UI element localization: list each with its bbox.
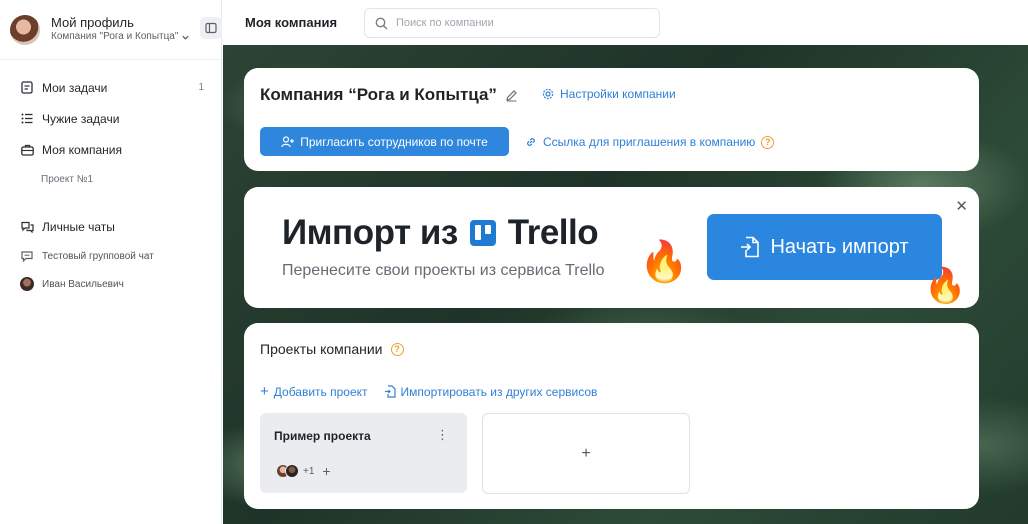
chats-icon	[20, 220, 34, 234]
add-project-card[interactable]: +	[482, 413, 690, 494]
plus-icon: +	[260, 383, 269, 400]
sidebar-item-label: Личные чаты	[42, 219, 115, 234]
sidebar-item-group-chat[interactable]: Тестовый групповой чат	[0, 242, 221, 270]
trello-logo-icon	[469, 220, 496, 246]
project-name: Пример проекта	[274, 429, 371, 443]
add-project-label: Добавить проект	[273, 384, 368, 399]
close-icon[interactable]: ✕	[955, 197, 968, 215]
import-subtitle: Перенесите свои проекты из сервиса Trell…	[282, 262, 605, 279]
company-settings-link[interactable]: Настройки компании	[542, 87, 676, 101]
invite-button-label: Пригласить сотрудников по почте	[300, 134, 488, 149]
help-icon[interactable]: ?	[761, 135, 775, 149]
profile-name[interactable]: Мой профиль	[51, 15, 190, 31]
avatar	[20, 277, 34, 291]
import-other-services-button[interactable]: Импортировать из других сервисов	[384, 383, 598, 400]
company-title: Компания “Рога и Копытца”	[260, 85, 497, 104]
edit-icon[interactable]	[505, 89, 518, 102]
sidebar-toggle-icon	[205, 22, 217, 34]
top-bar: Моя компания Поиск по компании	[223, 0, 1028, 45]
invite-by-email-button[interactable]: Пригласить сотрудников по почте	[260, 127, 509, 156]
more-options-icon[interactable]: ⋮	[436, 427, 449, 443]
start-import-button[interactable]: Начать импорт	[707, 214, 942, 280]
trello-import-banner: Импорт из Trello Перенесите свои проекты…	[244, 187, 979, 308]
profile-avatar[interactable]	[10, 14, 40, 45]
list-icon	[20, 112, 34, 126]
chevron-down-icon	[182, 35, 190, 40]
search-placeholder: Поиск по компании	[396, 17, 494, 29]
file-import-icon	[384, 385, 396, 398]
sidebar-item-others-tasks[interactable]: Чужие задачи	[0, 103, 221, 134]
company-selector[interactable]: Компания "Рога и Копытца"	[51, 31, 190, 44]
page-title: Моя компания	[245, 15, 338, 30]
tasks-icon	[20, 81, 34, 95]
fire-icon: 🔥	[924, 267, 967, 305]
gear-icon	[542, 88, 554, 100]
projects-title: Проекты компании	[260, 341, 383, 357]
briefcase-icon	[20, 143, 34, 157]
sidebar-item-my-company[interactable]: Моя компания	[0, 134, 221, 165]
link-icon	[527, 138, 535, 146]
sidebar-nav: Мои задачи 1 Чужие задачи Моя компания П…	[0, 60, 221, 298]
add-project-button[interactable]: + Добавить проект	[260, 383, 368, 400]
collapse-sidebar-button[interactable]	[200, 17, 222, 39]
project-card[interactable]: Пример проекта ⋮ +1 +	[260, 413, 467, 493]
project-members: +1 +	[276, 463, 331, 479]
invite-link[interactable]: Ссылка для приглашения в компанию ?	[525, 135, 775, 149]
import-other-label: Импортировать из других сервисов	[400, 384, 598, 399]
import-title: Импорт из	[282, 213, 458, 252]
tasks-count-badge: 1	[198, 82, 204, 93]
add-member-button[interactable]: +	[322, 463, 330, 479]
chat-icon	[20, 249, 34, 263]
company-card: Компания “Рога и Копытца” Настройки комп…	[244, 68, 979, 171]
profile-header[interactable]: Мой профиль Компания "Рога и Копытца"	[0, 0, 222, 60]
import-brand: Trello	[507, 213, 599, 252]
sidebar-item-label: Тестовый групповой чат	[42, 250, 154, 262]
start-import-label: Начать импорт	[770, 235, 909, 258]
file-import-icon	[741, 236, 760, 258]
invite-link-label: Ссылка для приглашения в компанию	[543, 135, 756, 149]
sidebar-item-label: Моя компания	[42, 142, 122, 157]
company-settings-label: Настройки компании	[560, 87, 676, 101]
company-selector-label: Компания "Рога и Копытца"	[51, 31, 179, 43]
help-icon[interactable]: ?	[390, 342, 404, 356]
add-user-icon	[281, 135, 295, 147]
sidebar-item-label: Чужие задачи	[42, 111, 120, 126]
fire-icon: 🔥	[639, 240, 689, 284]
extra-members-count: +1	[303, 465, 315, 477]
avatar	[285, 464, 299, 478]
sidebar-item-label: Иван Васильевич	[42, 278, 124, 290]
projects-card: Проекты компании ? + Добавить проект Имп…	[244, 323, 979, 509]
sidebar-item-project-1[interactable]: Проект №1	[0, 165, 221, 193]
search-input[interactable]: Поиск по компании	[364, 8, 660, 38]
sidebar: Мой профиль Компания "Рога и Копытца" Мо…	[0, 0, 222, 524]
search-icon	[375, 17, 388, 29]
sidebar-item-ivan-chat[interactable]: Иван Васильевич	[0, 270, 221, 298]
sidebar-item-personal-chats[interactable]: Личные чаты	[0, 211, 221, 242]
sidebar-item-my-tasks[interactable]: Мои задачи 1	[0, 72, 221, 103]
sidebar-item-label: Мои задачи	[42, 80, 108, 95]
